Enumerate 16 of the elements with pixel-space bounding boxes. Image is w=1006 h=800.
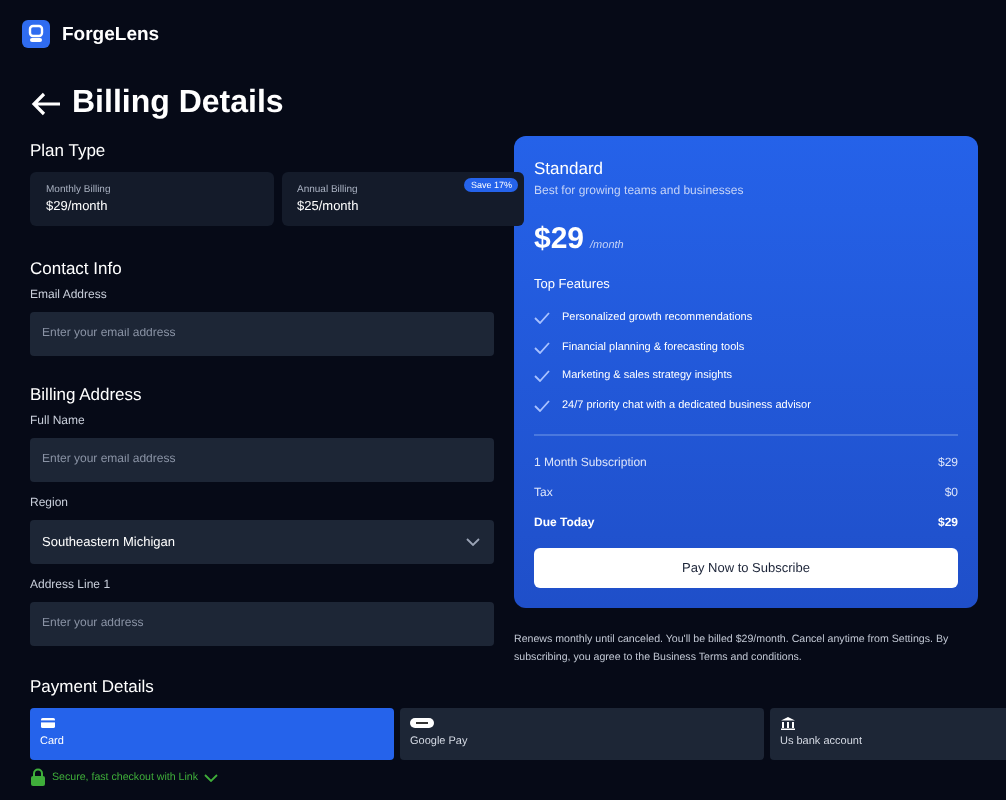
card-icon [40,716,56,730]
wallet-icon [410,716,434,730]
logo-icon [22,20,50,48]
plan-name: Standard [534,158,605,178]
chevron-down-icon [204,773,219,781]
app-name: ForgeLens [62,23,160,45]
lock-icon [30,768,46,786]
section-heading: Billing Address [30,384,144,404]
back-arrow-icon [30,92,62,116]
section-heading: Payment Details [30,676,156,696]
section-heading: Plan Type [30,140,108,160]
section-heading: Contact Info [30,258,124,278]
plan-price: $29 [534,222,585,256]
bank-icon [780,716,796,730]
page-title: Billing Details [72,86,284,122]
chevron-down-icon [466,538,480,546]
